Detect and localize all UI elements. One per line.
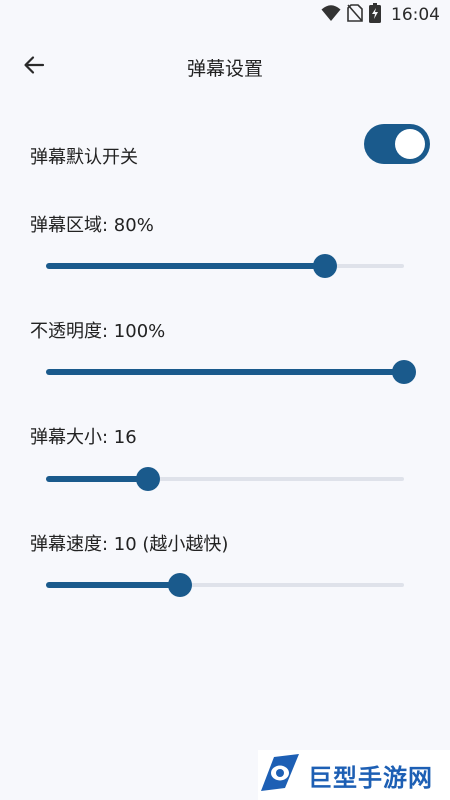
toggle-knob (395, 129, 425, 159)
slider-thumb[interactable] (136, 467, 160, 491)
speed-label: 弹幕速度: 10 (越小越快) (30, 534, 229, 555)
area-slider[interactable] (46, 251, 404, 281)
no-sim-icon (347, 4, 363, 26)
battery-charging-icon (369, 3, 381, 27)
slider-thumb[interactable] (313, 254, 337, 278)
speed-slider[interactable] (46, 570, 404, 600)
size-slider[interactable] (46, 464, 404, 494)
app-bar: 弹幕设置 (0, 40, 450, 94)
watermark-text: 巨型手游网 (308, 763, 433, 792)
danmaku-toggle-label: 弹幕默认开关 (30, 147, 138, 168)
danmaku-toggle[interactable] (364, 124, 430, 164)
status-time: 16:04 (391, 5, 440, 25)
slider-fill (46, 582, 180, 588)
size-label: 弹幕大小: 16 (30, 427, 137, 448)
wifi-icon (321, 4, 341, 26)
area-label: 弹幕区域: 80% (30, 215, 154, 236)
status-bar: 16:04 (0, 0, 450, 32)
slider-thumb[interactable] (168, 573, 192, 597)
slider-fill (46, 476, 148, 482)
opacity-label: 不透明度: 100% (30, 321, 166, 342)
status-icons: 16:04 (321, 3, 440, 27)
page-title: 弹幕设置 (186, 58, 263, 80)
watermark: 巨型手游网 (258, 750, 450, 800)
slider-fill (46, 369, 404, 375)
slider-fill (46, 263, 325, 269)
eye-logo-icon (258, 751, 302, 799)
slider-thumb[interactable] (392, 360, 416, 384)
opacity-slider[interactable] (46, 357, 416, 387)
